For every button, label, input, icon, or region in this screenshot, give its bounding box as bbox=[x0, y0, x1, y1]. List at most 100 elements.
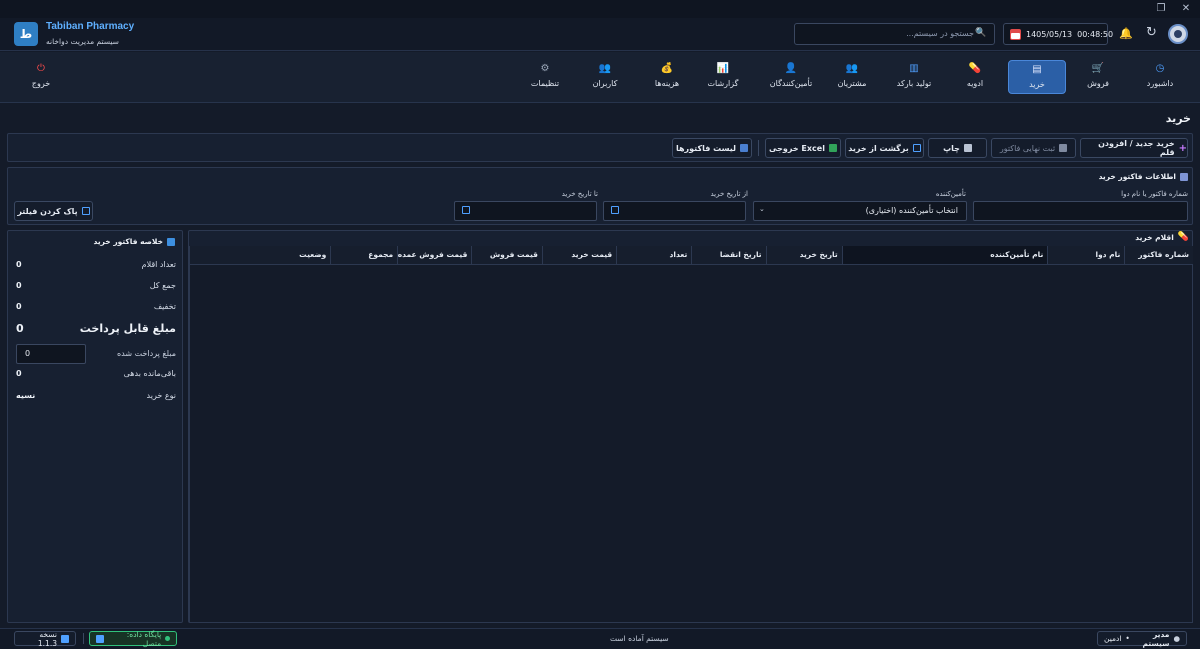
from-date-input[interactable] bbox=[603, 201, 746, 221]
app-logo: ط bbox=[14, 22, 38, 46]
column-header[interactable]: قیمت فروش عمده bbox=[397, 246, 471, 264]
db-status-badge: پایگاه داده: متصل bbox=[89, 630, 177, 648]
app-subtitle: سیستم مدیریت دواخانه bbox=[46, 37, 119, 46]
column-header[interactable]: تاریخ انقضا bbox=[691, 246, 765, 264]
nav-item-pill[interactable]: 💊 ادویه bbox=[946, 60, 1004, 94]
from-date-label: از تاریخ خرید bbox=[710, 190, 748, 198]
invoice-search-input[interactable] bbox=[973, 201, 1188, 221]
clear-icon bbox=[81, 207, 90, 215]
nav-label: خرید bbox=[1029, 80, 1045, 89]
items-header: 💊 اقلام خرید bbox=[1135, 232, 1189, 242]
total-row: 0 جمع کل bbox=[16, 281, 176, 290]
bell-icon[interactable]: 🔔 bbox=[1119, 27, 1133, 41]
column-header[interactable]: وضعیت bbox=[188, 246, 330, 264]
nav-label: خروج bbox=[31, 79, 51, 88]
column-header[interactable]: تعداد bbox=[616, 246, 691, 264]
nav-item-moneybag[interactable]: 💰 هزینه‌ها bbox=[638, 60, 696, 94]
discount-row: 0 تخفیف bbox=[16, 302, 176, 311]
barcode-icon: ▥ bbox=[909, 63, 919, 74]
column-header[interactable]: نام تأمین‌کننده bbox=[841, 246, 1048, 264]
calendar-icon bbox=[462, 206, 470, 214]
nav-item-barcode[interactable]: ▥ تولید بارکد bbox=[885, 60, 943, 94]
invoice-list-button[interactable]: لیست فاکتورها bbox=[672, 138, 752, 158]
nav-label: هزینه‌ها bbox=[654, 79, 680, 88]
nav-label: فروش bbox=[1087, 79, 1109, 88]
column-header[interactable]: مجموع bbox=[330, 246, 397, 264]
avatar[interactable] bbox=[1168, 24, 1188, 44]
close-window-icon[interactable]: ✕ bbox=[1180, 3, 1192, 15]
cart-icon: 🛒 bbox=[1091, 63, 1105, 74]
to-date-input[interactable] bbox=[454, 201, 597, 221]
suppliers-icon: 👤 bbox=[784, 63, 798, 74]
finalize-invoice-button[interactable]: ثبت نهایی فاکتور bbox=[991, 138, 1076, 158]
list-icon bbox=[740, 144, 748, 152]
search-icon: 🔍 bbox=[975, 28, 987, 38]
nav-label: ادویه bbox=[966, 79, 984, 88]
purchase-icon: ▤ bbox=[1032, 64, 1042, 75]
items-table[interactable] bbox=[189, 246, 1193, 623]
window-titlebar bbox=[0, 0, 1200, 18]
column-header[interactable]: قیمت خرید bbox=[541, 246, 616, 264]
paid-amount-label: مبلغ پرداخت شده bbox=[116, 349, 176, 358]
nav-item-suppliers[interactable]: 👤 تأمین‌کنندگان bbox=[762, 60, 820, 94]
paid-amount-input[interactable]: 0 bbox=[16, 344, 86, 364]
pill-icon: 💊 bbox=[1177, 232, 1189, 242]
nav-item-cart[interactable]: 🛒 فروش bbox=[1069, 60, 1127, 94]
purchase-type-row: نسیه نوع خرید bbox=[16, 391, 176, 400]
column-header[interactable]: تاریخ خرید bbox=[765, 246, 842, 264]
dashboard-icon: ◷ bbox=[1155, 63, 1165, 74]
plus-icon: + bbox=[1178, 142, 1187, 154]
datetime-display: 1405/05/13 00:48:50 bbox=[1003, 23, 1113, 45]
status-bar bbox=[0, 628, 1200, 649]
to-date-label: تا تاریخ خرید bbox=[561, 190, 598, 198]
invoice-info-header: اطلاعات فاکتور خرید bbox=[1099, 172, 1188, 181]
search-input[interactable]: جستجو در سیستم... bbox=[794, 23, 995, 45]
database-icon bbox=[96, 634, 104, 643]
moneybag-icon: 💰 bbox=[660, 63, 674, 74]
refresh-icon[interactable]: ↻ bbox=[1146, 25, 1162, 41]
nav-item-power[interactable]: ⏻ خروج bbox=[12, 60, 70, 94]
nav-label: گزارشات bbox=[707, 79, 739, 88]
payable-row: 0 مبلغ قابل پرداخت bbox=[16, 322, 176, 335]
info-icon bbox=[1180, 172, 1188, 181]
printer-icon bbox=[963, 144, 972, 152]
nav-label: مشتریان bbox=[837, 79, 867, 88]
status-message: سیستم آماده است bbox=[610, 634, 669, 643]
table-header: شماره فاکتور نام دوا نام تأمین‌کننده تاریخ … bbox=[188, 246, 1193, 265]
save-icon bbox=[1059, 144, 1068, 152]
column-header[interactable]: شماره فاکتور bbox=[1124, 246, 1193, 264]
restore-window-icon[interactable]: ❐ bbox=[1155, 3, 1167, 15]
summary-header: خلاصه فاکتور خرید bbox=[93, 237, 175, 246]
nav-item-customers[interactable]: 👥 مشتریان bbox=[823, 60, 881, 94]
version-icon bbox=[61, 634, 69, 643]
power-icon: ⏻ bbox=[37, 63, 45, 74]
nav-item-users[interactable]: 👥 کاربران bbox=[576, 60, 634, 94]
app-name: Tabiban Pharmacy bbox=[46, 21, 135, 32]
user-icon: ● bbox=[1173, 634, 1180, 643]
nav-item-gear[interactable]: ⚙ تنظیمات bbox=[516, 60, 574, 94]
column-header[interactable]: قیمت فروش bbox=[471, 246, 542, 264]
supplier-select[interactable]: انتخاب تأمین‌کننده (اختیاری) bbox=[753, 201, 967, 221]
nav-item-dashboard[interactable]: ◷ داشبورد bbox=[1131, 60, 1189, 94]
current-user: ● مدیر سیستم • ادمین bbox=[1097, 630, 1187, 648]
clear-filter-button[interactable]: پاک کردن فیلتر bbox=[14, 201, 93, 221]
reports-icon: 📊 bbox=[716, 63, 730, 74]
search-filter-label: شماره فاکتور یا نام دوا bbox=[1121, 190, 1188, 198]
excel-export-button[interactable]: Excel خروجی bbox=[765, 138, 841, 158]
status-dot bbox=[165, 636, 170, 641]
nav-label: داشبورد bbox=[1146, 79, 1174, 88]
nav-item-purchase[interactable]: ▤ خرید bbox=[1008, 60, 1066, 94]
time-text: 00:48:50 bbox=[1077, 29, 1114, 39]
nav-label: کاربران bbox=[592, 79, 618, 88]
calendar-icon bbox=[1010, 28, 1021, 40]
column-header[interactable]: نام دوا bbox=[1047, 246, 1124, 264]
nav-item-reports[interactable]: 📊 گزارشات bbox=[694, 60, 752, 94]
purchase-return-button[interactable]: برگشت از خرید bbox=[845, 138, 924, 158]
print-button[interactable]: چاپ bbox=[928, 138, 987, 158]
supplier-label: تأمین‌کننده bbox=[935, 190, 966, 198]
version-badge: نسخه 1.1.3 bbox=[14, 630, 76, 648]
date-text: 1405/05/13 bbox=[1026, 29, 1073, 39]
customers-icon: 👥 bbox=[845, 63, 859, 74]
new-purchase-button[interactable]: + خرید جدید / افزودن قلم bbox=[1080, 138, 1188, 158]
gear-icon: ⚙ bbox=[540, 63, 550, 74]
